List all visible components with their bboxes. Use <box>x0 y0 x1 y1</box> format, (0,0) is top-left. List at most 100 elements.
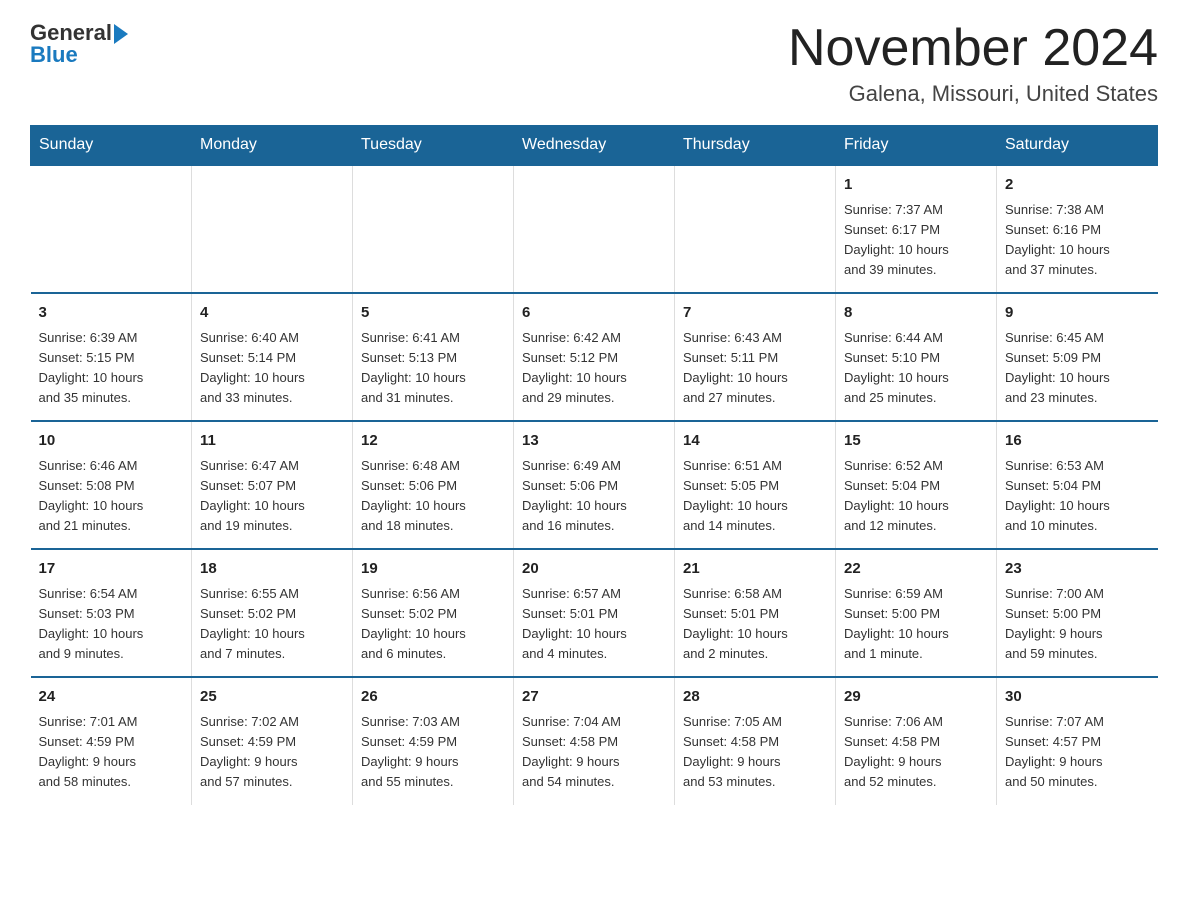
day-info: Sunrise: 6:52 AMSunset: 5:04 PMDaylight:… <box>844 456 988 537</box>
calendar-header: SundayMondayTuesdayWednesdayThursdayFrid… <box>31 126 1158 166</box>
day-info: Sunrise: 6:44 AMSunset: 5:10 PMDaylight:… <box>844 328 988 409</box>
day-number: 26 <box>361 686 505 709</box>
calendar-cell: 4 Sunrise: 6:40 AMSunset: 5:14 PMDaylight… <box>192 293 353 421</box>
calendar-week-row: 17Sunrise: 6:54 AMSunset: 5:03 PMDayligh… <box>31 549 1158 677</box>
day-info: Sunrise: 6:47 AMSunset: 5:07 PMDaylight:… <box>200 456 344 537</box>
calendar-cell: 14Sunrise: 6:51 AMSunset: 5:05 PMDayligh… <box>675 421 836 549</box>
day-info: Sunrise: 7:04 AMSunset: 4:58 PMDaylight:… <box>522 712 666 793</box>
calendar-table: SundayMondayTuesdayWednesdayThursdayFrid… <box>30 125 1158 804</box>
calendar-cell <box>353 165 514 293</box>
calendar-cell: 25Sunrise: 7:02 AMSunset: 4:59 PMDayligh… <box>192 677 353 804</box>
day-info: Sunrise: 6:58 AMSunset: 5:01 PMDaylight:… <box>683 584 827 665</box>
calendar-cell <box>514 165 675 293</box>
calendar-cell: 30 Sunrise: 7:07 AMSunset: 4:57 PMDayligh… <box>997 677 1158 804</box>
day-info: Sunrise: 6:40 AMSunset: 5:14 PMDaylight:… <box>200 328 344 409</box>
calendar-cell: 18 Sunrise: 6:55 AMSunset: 5:02 PMDayligh… <box>192 549 353 677</box>
weekday-header-friday: Friday <box>836 126 997 166</box>
day-info: Sunrise: 7:06 AMSunset: 4:58 PMDaylight:… <box>844 712 988 793</box>
day-number: 18 <box>200 558 344 581</box>
calendar-cell: 26 Sunrise: 7:03 AMSunset: 4:59 PMDayligh… <box>353 677 514 804</box>
day-number: 20 <box>522 558 666 581</box>
calendar-cell <box>192 165 353 293</box>
calendar-cell: 28 Sunrise: 7:05 AMSunset: 4:58 PMDayligh… <box>675 677 836 804</box>
day-info: Sunrise: 6:39 AMSunset: 5:15 PMDaylight:… <box>39 328 184 409</box>
day-info: Sunrise: 7:05 AMSunset: 4:58 PMDaylight:… <box>683 712 827 793</box>
day-info: Sunrise: 7:37 AMSunset: 6:17 PMDaylight:… <box>844 200 988 281</box>
day-number: 5 <box>361 302 505 325</box>
day-number: 24 <box>39 686 184 709</box>
weekday-header-sunday: Sunday <box>31 126 192 166</box>
calendar-cell: 1 Sunrise: 7:37 AMSunset: 6:17 PMDaylight… <box>836 165 997 293</box>
calendar-cell: 11 Sunrise: 6:47 AMSunset: 5:07 PMDayligh… <box>192 421 353 549</box>
calendar-cell: 21Sunrise: 6:58 AMSunset: 5:01 PMDayligh… <box>675 549 836 677</box>
weekday-header-wednesday: Wednesday <box>514 126 675 166</box>
calendar-cell: 2Sunrise: 7:38 AMSunset: 6:16 PMDaylight… <box>997 165 1158 293</box>
day-info: Sunrise: 6:57 AMSunset: 5:01 PMDaylight:… <box>522 584 666 665</box>
day-number: 22 <box>844 558 988 581</box>
day-number: 2 <box>1005 174 1150 197</box>
calendar-cell <box>31 165 192 293</box>
calendar-cell: 12 Sunrise: 6:48 AMSunset: 5:06 PMDayligh… <box>353 421 514 549</box>
calendar-cell: 3 Sunrise: 6:39 AMSunset: 5:15 PMDaylight… <box>31 293 192 421</box>
day-info: Sunrise: 6:48 AMSunset: 5:06 PMDaylight:… <box>361 456 505 537</box>
weekday-header-thursday: Thursday <box>675 126 836 166</box>
day-number: 6 <box>522 302 666 325</box>
day-info: Sunrise: 6:55 AMSunset: 5:02 PMDaylight:… <box>200 584 344 665</box>
weekday-header-monday: Monday <box>192 126 353 166</box>
day-info: Sunrise: 6:56 AMSunset: 5:02 PMDaylight:… <box>361 584 505 665</box>
day-info: Sunrise: 6:41 AMSunset: 5:13 PMDaylight:… <box>361 328 505 409</box>
calendar-cell <box>675 165 836 293</box>
location-title: Galena, Missouri, United States <box>788 81 1158 107</box>
day-info: Sunrise: 7:01 AMSunset: 4:59 PMDaylight:… <box>39 712 184 793</box>
calendar-cell: 20 Sunrise: 6:57 AMSunset: 5:01 PMDayligh… <box>514 549 675 677</box>
weekday-header-tuesday: Tuesday <box>353 126 514 166</box>
day-info: Sunrise: 7:07 AMSunset: 4:57 PMDaylight:… <box>1005 712 1150 793</box>
calendar-cell: 17Sunrise: 6:54 AMSunset: 5:03 PMDayligh… <box>31 549 192 677</box>
day-info: Sunrise: 6:49 AMSunset: 5:06 PMDaylight:… <box>522 456 666 537</box>
logo: General Blue <box>30 20 128 68</box>
day-number: 4 <box>200 302 344 325</box>
day-number: 14 <box>683 430 827 453</box>
day-info: Sunrise: 7:02 AMSunset: 4:59 PMDaylight:… <box>200 712 344 793</box>
calendar-cell: 24 Sunrise: 7:01 AMSunset: 4:59 PMDayligh… <box>31 677 192 804</box>
day-number: 23 <box>1005 558 1150 581</box>
logo-blue-text: Blue <box>30 42 78 68</box>
day-number: 7 <box>683 302 827 325</box>
calendar-week-row: 10 Sunrise: 6:46 AMSunset: 5:08 PMDayligh… <box>31 421 1158 549</box>
calendar-week-row: 1 Sunrise: 7:37 AMSunset: 6:17 PMDaylight… <box>31 165 1158 293</box>
day-info: Sunrise: 6:54 AMSunset: 5:03 PMDaylight:… <box>39 584 184 665</box>
day-number: 29 <box>844 686 988 709</box>
calendar-cell: 13 Sunrise: 6:49 AMSunset: 5:06 PMDayligh… <box>514 421 675 549</box>
logo-arrow-icon <box>114 24 128 44</box>
title-block: November 2024 Galena, Missouri, United S… <box>788 20 1158 107</box>
day-number: 1 <box>844 174 988 197</box>
day-info: Sunrise: 6:59 AMSunset: 5:00 PMDaylight:… <box>844 584 988 665</box>
day-number: 12 <box>361 430 505 453</box>
day-info: Sunrise: 6:43 AMSunset: 5:11 PMDaylight:… <box>683 328 827 409</box>
day-number: 10 <box>39 430 184 453</box>
day-info: Sunrise: 7:03 AMSunset: 4:59 PMDaylight:… <box>361 712 505 793</box>
day-number: 28 <box>683 686 827 709</box>
month-title: November 2024 <box>788 20 1158 77</box>
day-number: 19 <box>361 558 505 581</box>
calendar-cell: 5 Sunrise: 6:41 AMSunset: 5:13 PMDaylight… <box>353 293 514 421</box>
calendar-cell: 15 Sunrise: 6:52 AMSunset: 5:04 PMDayligh… <box>836 421 997 549</box>
day-info: Sunrise: 7:00 AMSunset: 5:00 PMDaylight:… <box>1005 584 1150 665</box>
day-info: Sunrise: 6:53 AMSunset: 5:04 PMDaylight:… <box>1005 456 1150 537</box>
day-info: Sunrise: 6:45 AMSunset: 5:09 PMDaylight:… <box>1005 328 1150 409</box>
calendar-week-row: 3 Sunrise: 6:39 AMSunset: 5:15 PMDaylight… <box>31 293 1158 421</box>
calendar-cell: 6Sunrise: 6:42 AMSunset: 5:12 PMDaylight… <box>514 293 675 421</box>
calendar-cell: 16 Sunrise: 6:53 AMSunset: 5:04 PMDayligh… <box>997 421 1158 549</box>
calendar-cell: 7 Sunrise: 6:43 AMSunset: 5:11 PMDaylight… <box>675 293 836 421</box>
calendar-body: 1 Sunrise: 7:37 AMSunset: 6:17 PMDaylight… <box>31 165 1158 804</box>
calendar-cell: 8Sunrise: 6:44 AMSunset: 5:10 PMDaylight… <box>836 293 997 421</box>
day-info: Sunrise: 6:46 AMSunset: 5:08 PMDaylight:… <box>39 456 184 537</box>
day-number: 16 <box>1005 430 1150 453</box>
calendar-cell: 22 Sunrise: 6:59 AMSunset: 5:00 PMDayligh… <box>836 549 997 677</box>
weekday-header-saturday: Saturday <box>997 126 1158 166</box>
day-number: 30 <box>1005 686 1150 709</box>
day-number: 11 <box>200 430 344 453</box>
day-number: 13 <box>522 430 666 453</box>
day-number: 3 <box>39 302 184 325</box>
day-number: 15 <box>844 430 988 453</box>
